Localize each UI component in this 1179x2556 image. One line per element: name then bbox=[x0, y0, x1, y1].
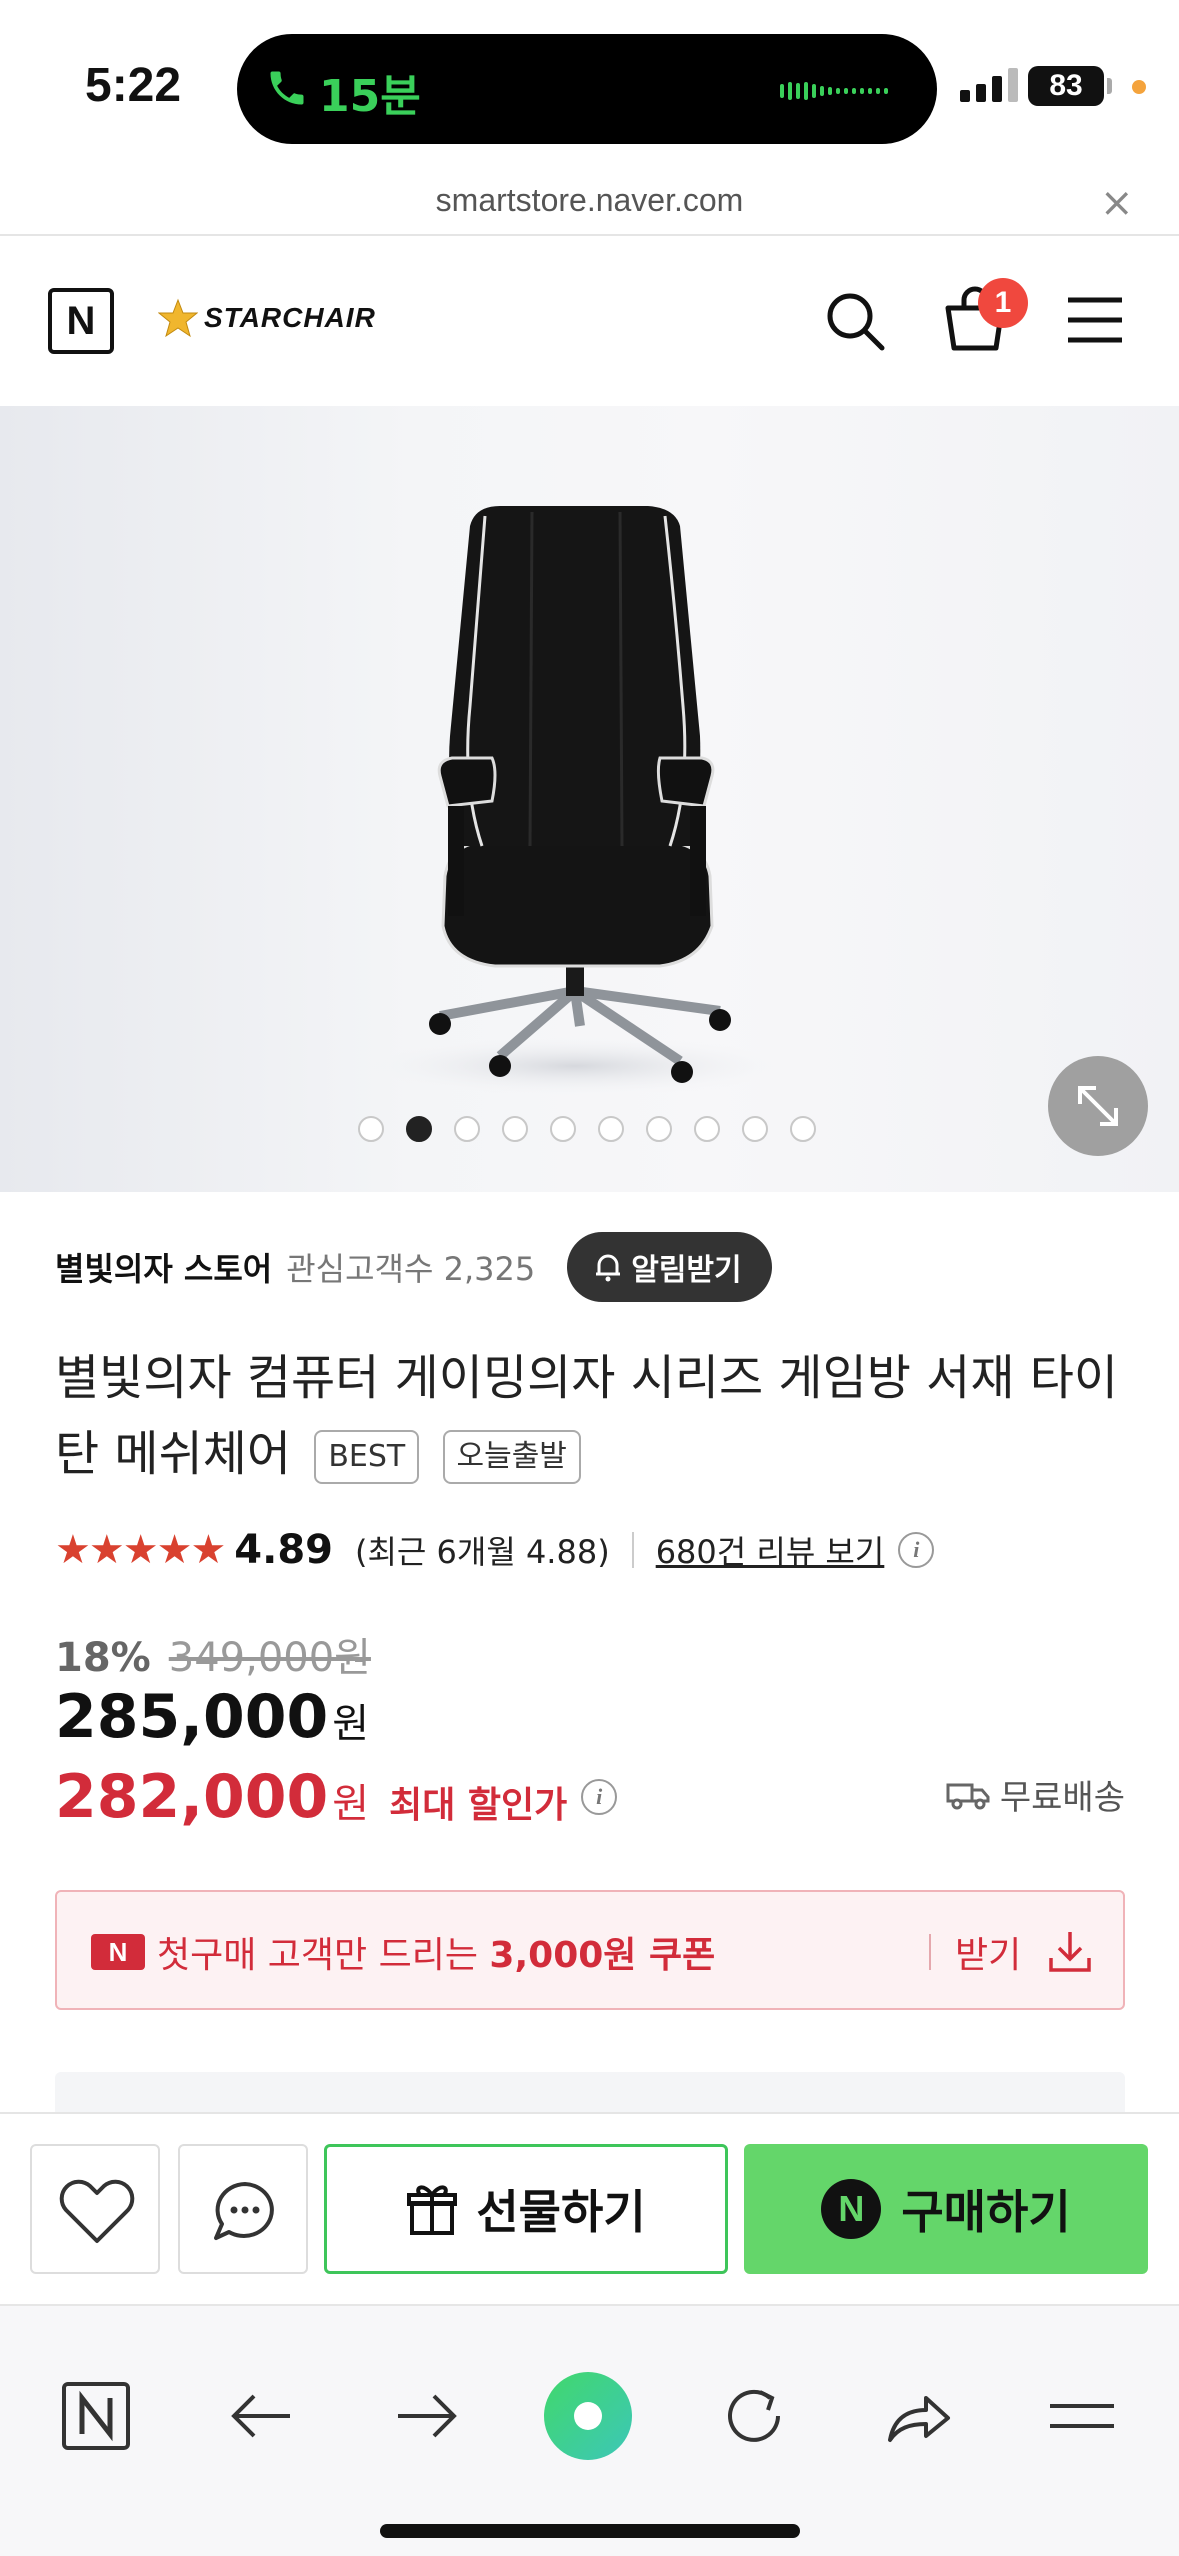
product-image-carousel[interactable] bbox=[0, 406, 1179, 1192]
share-icon[interactable] bbox=[880, 2378, 956, 2454]
carousel-dot[interactable] bbox=[454, 1116, 480, 1142]
browser-toolbar bbox=[0, 2304, 1179, 2556]
original-price: 349,000원 bbox=[168, 1635, 371, 1681]
sale-price-row: 285,000 원 bbox=[55, 1682, 369, 1752]
brand-name: STARCHAIR bbox=[204, 302, 376, 333]
divider bbox=[631, 1532, 634, 1568]
call-duration: 15분 bbox=[319, 71, 421, 122]
back-arrow-icon[interactable] bbox=[224, 2378, 300, 2454]
url-text[interactable]: smartstore.naver.com bbox=[0, 182, 1179, 219]
purchase-action-bar: 선물하기 N 구매하기 bbox=[0, 2112, 1179, 2304]
free-shipping: 무료배송 bbox=[946, 1770, 1125, 1819]
max-discount-row: 282,000 원 최대 할인가 i 무료배송 bbox=[55, 1762, 1125, 1832]
truck-icon bbox=[946, 1783, 990, 1809]
store-info-row: 별빛의자 스토어 관심고객수 2,325 알림받기 bbox=[55, 1232, 1135, 1302]
expand-image-button[interactable] bbox=[1048, 1056, 1148, 1156]
first-purchase-coupon-banner[interactable]: N 첫구매 고객만 드리는 3,000원 쿠폰 받기 bbox=[55, 1890, 1125, 2010]
subscribe-alert-button[interactable]: 알림받기 bbox=[567, 1232, 772, 1302]
naver-pay-icon: N bbox=[821, 2179, 882, 2239]
tag-today-ship: 오늘출발 bbox=[442, 1430, 581, 1484]
naver-coupon-badge: N bbox=[91, 1934, 145, 1970]
download-icon[interactable] bbox=[1047, 1928, 1093, 1974]
naver-home-icon[interactable] bbox=[58, 2378, 134, 2454]
wishlist-button[interactable] bbox=[30, 2144, 160, 2274]
heart-icon bbox=[59, 2179, 135, 2243]
carousel-dot-active[interactable] bbox=[406, 1116, 432, 1142]
bell-plus-icon bbox=[596, 1254, 621, 1282]
gift-icon bbox=[407, 2185, 458, 2235]
gift-button-label: 선물하기 bbox=[476, 2185, 646, 2239]
green-dot-icon[interactable] bbox=[542, 2370, 634, 2462]
carousel-dot[interactable] bbox=[358, 1116, 384, 1142]
info-icon[interactable]: i bbox=[898, 1532, 935, 1568]
close-icon[interactable]: × bbox=[1100, 180, 1134, 226]
carousel-dot[interactable] bbox=[598, 1116, 624, 1142]
coupon-get-button[interactable]: 받기 bbox=[955, 1926, 1021, 1978]
forward-arrow-icon[interactable] bbox=[388, 2378, 464, 2454]
cart-count-badge: 1 bbox=[978, 278, 1028, 328]
menu-icon[interactable] bbox=[1066, 294, 1124, 346]
shipping-label: 무료배송 bbox=[999, 1778, 1125, 1818]
recent-rating: (최근 6개월 4.88) bbox=[355, 1533, 610, 1571]
expand-icon bbox=[1078, 1086, 1118, 1126]
discount-row: 18% 349,000원 bbox=[55, 1625, 371, 1683]
max-discount-price: 282,000 bbox=[55, 1762, 329, 1832]
store-header: N STARCHAIR 1 bbox=[0, 238, 1179, 406]
buy-button-label: 구매하기 bbox=[901, 2185, 1071, 2239]
dynamic-island-call[interactable]: 15분 bbox=[237, 34, 937, 144]
carousel-dot[interactable] bbox=[550, 1116, 576, 1142]
rating-row: ★★★★★ 4.89 (최근 6개월 4.88) 680건 리뷰 보기 i bbox=[55, 1520, 935, 1580]
carousel-dot[interactable] bbox=[502, 1116, 528, 1142]
carousel-pagination bbox=[358, 1116, 816, 1142]
carousel-dot[interactable] bbox=[646, 1116, 672, 1142]
product-chair-image bbox=[355, 506, 795, 1096]
rating-score: 4.89 bbox=[234, 1527, 333, 1573]
signal-icon bbox=[960, 68, 1018, 102]
chat-bubble-icon bbox=[214, 2182, 274, 2240]
discount-percent: 18% bbox=[55, 1635, 151, 1681]
carousel-dot[interactable] bbox=[694, 1116, 720, 1142]
product-title-block: 별빛의자 컴퓨터 게이밍의자 시리즈 게임방 서재 타이탄 메쉬체어 BEST … bbox=[55, 1340, 1145, 1492]
browser-url-bar[interactable]: smartstore.naver.com × bbox=[0, 170, 1179, 236]
sale-price: 285,000 bbox=[55, 1682, 329, 1752]
home-indicator[interactable] bbox=[380, 2524, 800, 2538]
menu-icon[interactable] bbox=[1044, 2378, 1120, 2454]
buy-button[interactable]: N 구매하기 bbox=[744, 2144, 1148, 2274]
reviews-link[interactable]: 680건 리뷰 보기 bbox=[656, 1527, 885, 1573]
battery-icon: 83 bbox=[1028, 66, 1104, 106]
carousel-dot[interactable] bbox=[742, 1116, 768, 1142]
product-title: 별빛의자 컴퓨터 게이밍의자 시리즈 게임방 서재 타이탄 메쉬체어 bbox=[55, 1350, 1119, 1482]
alert-button-label: 알림받기 bbox=[631, 1253, 742, 1288]
rating-stars: ★★★★★ bbox=[55, 1527, 226, 1573]
refresh-icon[interactable] bbox=[716, 2378, 792, 2454]
status-time: 5:22 bbox=[85, 59, 182, 112]
next-section-peek bbox=[55, 2072, 1125, 2112]
max-discount-label: 최대 할인가 bbox=[389, 1785, 568, 1826]
phone-icon bbox=[270, 71, 304, 105]
battery-cap bbox=[1107, 78, 1112, 94]
naver-logo[interactable]: N bbox=[48, 288, 114, 354]
coupon-text: 첫구매 고객만 드리는 3,000원 쿠폰 bbox=[157, 1926, 715, 1978]
search-icon[interactable] bbox=[822, 288, 888, 354]
privacy-indicator-dot bbox=[1132, 80, 1146, 94]
currency-unit: 원 bbox=[332, 1781, 370, 1827]
store-fan-count: 관심고객수 2,325 bbox=[286, 1250, 536, 1288]
coupon-text-prefix: 첫구매 고객만 드리는 bbox=[157, 1935, 490, 1976]
info-icon[interactable]: i bbox=[581, 1779, 618, 1815]
currency-unit: 원 bbox=[332, 1701, 370, 1747]
chat-button[interactable] bbox=[178, 2144, 308, 2274]
audio-wave-icon bbox=[780, 82, 888, 100]
star-logo-icon bbox=[158, 298, 198, 338]
store-brand-logo[interactable]: STARCHAIR bbox=[158, 298, 376, 338]
carousel-dot[interactable] bbox=[790, 1116, 816, 1142]
status-bar: 5:22 15분 83 bbox=[0, 0, 1179, 170]
store-name-link[interactable]: 별빛의자 스토어 bbox=[55, 1244, 272, 1290]
divider bbox=[929, 1934, 931, 1970]
coupon-amount: 3,000원 쿠폰 bbox=[489, 1935, 716, 1976]
tag-best: BEST bbox=[314, 1430, 420, 1484]
gift-button[interactable]: 선물하기 bbox=[324, 2144, 728, 2274]
